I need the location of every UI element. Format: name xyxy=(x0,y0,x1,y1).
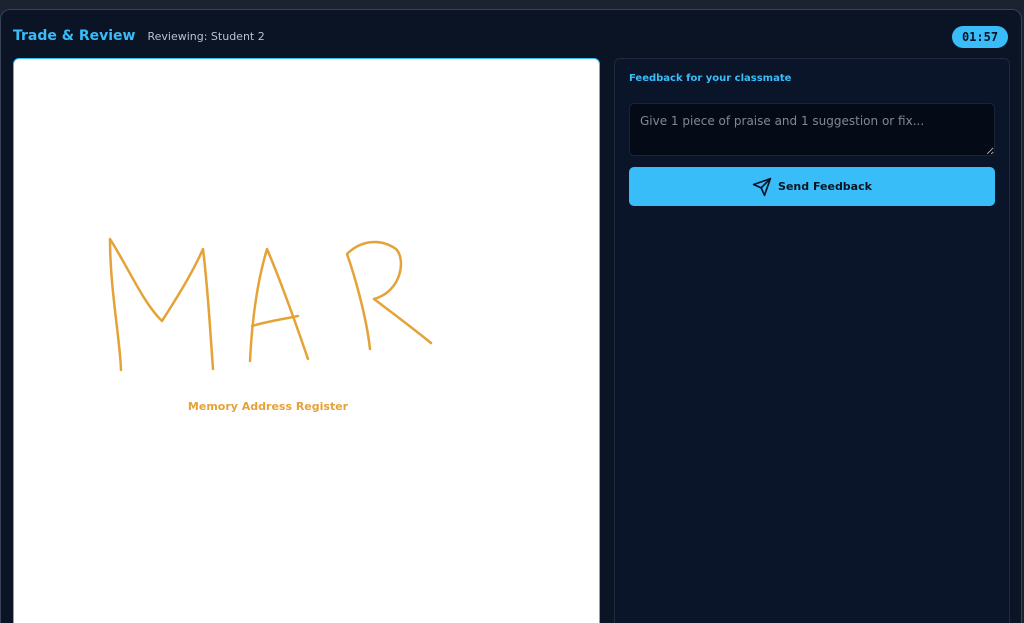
letter-a-stroke xyxy=(248,247,310,363)
handwritten-drawing xyxy=(108,237,433,372)
feedback-panel: Feedback for your classmate Send Feedbac… xyxy=(614,58,1010,623)
send-feedback-label: Send Feedback xyxy=(778,180,872,193)
header: Trade & Review Reviewing: Student 2 xyxy=(13,28,265,44)
letter-r-stroke xyxy=(345,240,433,351)
send-feedback-button[interactable]: Send Feedback xyxy=(629,167,995,206)
page-title: Trade & Review xyxy=(13,28,136,44)
letter-m-stroke xyxy=(108,237,215,372)
app-window: Trade & Review Reviewing: Student 2 01:5… xyxy=(0,9,1022,623)
feedback-input[interactable] xyxy=(629,103,995,156)
countdown-timer: 01:57 xyxy=(952,26,1008,48)
send-icon xyxy=(752,177,772,197)
reviewing-label: Reviewing: Student 2 xyxy=(147,30,265,43)
drawing-caption: Memory Address Register xyxy=(187,400,349,413)
feedback-heading: Feedback for your classmate xyxy=(629,73,792,84)
drawing-canvas: Memory Address Register xyxy=(13,58,600,623)
letter-a-crossbar xyxy=(250,314,300,328)
